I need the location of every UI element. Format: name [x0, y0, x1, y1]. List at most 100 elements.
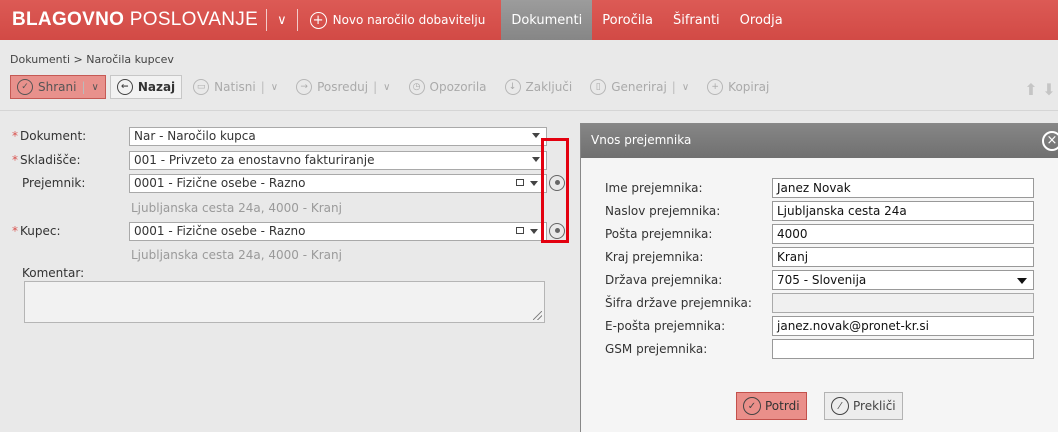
brand-separator [266, 9, 268, 31]
chevron-down-icon[interactable]: ∨ [92, 82, 99, 93]
dialog-header: Vnos prejemnika × [581, 124, 1058, 158]
chevron-down-icon[interactable]: ∨ [682, 82, 689, 93]
recipient-email-value: janez.novak@pronet-kr.si [777, 319, 929, 333]
brand-bold: BLAGOVNO [12, 9, 125, 30]
split-divider: | [671, 80, 676, 94]
nav-tab-documents[interactable]: Dokumenti [501, 0, 593, 40]
arrow-right-icon: → [296, 79, 313, 95]
save-button[interactable]: ✓ Shrani | ∨ [10, 75, 106, 99]
split-divider: | [260, 80, 265, 94]
cancel-button[interactable]: ⁄ Prekliči [824, 392, 903, 420]
caret-down-icon[interactable] [530, 181, 538, 186]
toolbar-divider [0, 110, 1058, 111]
back-label: Nazaj [137, 80, 176, 94]
recipient-country-select[interactable]: 705 - Slovenija [772, 270, 1034, 290]
cancel-label: Prekliči [853, 399, 896, 413]
caret-down-icon [1017, 278, 1027, 284]
new-order-label: Novo naročilo dobavitelju [332, 13, 486, 27]
finish-label: Zaključi [525, 80, 573, 94]
plus-circle-icon: + [707, 79, 724, 95]
confirm-button[interactable]: ✓ Potrdi [736, 392, 807, 420]
brand-separator-2 [296, 9, 298, 31]
customer-select[interactable]: 0001 - Fizične osebe - Razno [129, 222, 547, 241]
recipient-country-label: Država prejemnika: [605, 273, 723, 287]
required-mark: * [12, 129, 18, 143]
recipient-address-input[interactable]: Ljubljanska cesta 24a [772, 201, 1034, 221]
reminders-label: Opozorila [429, 80, 487, 94]
comment-label: Komentar: [22, 266, 85, 280]
copy-label: Kopiraj [728, 80, 770, 94]
cancel-icon: ⁄ [831, 397, 849, 415]
resize-grip-icon[interactable] [533, 311, 542, 320]
recipient-city-input[interactable]: Kranj [772, 247, 1034, 267]
dialog-title: Vnos prejemnika [591, 133, 692, 147]
document-select-value: Nar - Naročilo kupca [134, 129, 256, 143]
new-order-button[interactable]: + Novo naročilo dobavitelju [306, 11, 496, 29]
window-icon[interactable] [516, 227, 524, 234]
print-label: Natisni [214, 80, 256, 94]
warehouse-select[interactable]: 001 - Privzeto za enostavno fakturiranje [129, 151, 547, 170]
caret-down-icon[interactable] [530, 229, 538, 234]
record-nav: ⬆ ⬇ [1022, 80, 1058, 99]
recipient-country-code-label: Šifra države prejemnika: [605, 296, 752, 310]
close-icon[interactable]: × [1042, 131, 1058, 151]
top-bar: BLAGOVNO POSLOVANJE ∨ + Novo naročilo do… [0, 0, 1058, 40]
nav-tab-reports[interactable]: Poročila [592, 0, 663, 40]
print-button[interactable]: ▭ Natisni | ∨ [186, 75, 285, 99]
recipient-name-value: Janez Novak [777, 181, 851, 195]
app-brand[interactable]: BLAGOVNO POSLOVANJE [0, 9, 258, 31]
confirm-label: Potrdi [765, 399, 800, 413]
chevron-down-icon[interactable]: ∨ [271, 82, 278, 93]
customer-label: * Kupec: [12, 224, 61, 238]
forward-button[interactable]: → Posreduj | ∨ [289, 75, 397, 99]
recipient-postcode-label: Pošta prejemnika: [605, 227, 713, 241]
breadcrumb[interactable]: Dokumenti > Naročila kupcev [10, 53, 174, 66]
recipient-name-input[interactable]: Janez Novak [772, 178, 1034, 198]
chevron-down-icon[interactable]: ∨ [275, 13, 289, 28]
document-icon: ▯ [590, 79, 607, 95]
caret-down-icon [532, 133, 540, 138]
warehouse-label-text: Skladišče: [20, 153, 81, 167]
recipient-gsm-input[interactable] [772, 339, 1034, 359]
recipient-address: Ljubljanska cesta 24a, 4000 - Kranj [131, 201, 342, 215]
recipient-email-input[interactable]: janez.novak@pronet-kr.si [772, 316, 1034, 336]
split-divider: | [81, 80, 86, 94]
download-icon: ↓ [504, 79, 521, 95]
nav-tab-tools[interactable]: Orodja [730, 0, 793, 40]
recipient-city-value: Kranj [777, 250, 809, 264]
clock-icon: ◷ [408, 79, 425, 95]
recipient-gsm-label: GSM prejemnika: [605, 342, 708, 356]
warehouse-label: * Skladišče: [12, 153, 80, 167]
recipient-country-code-input [772, 293, 1034, 313]
recipient-select-value: 0001 - Fizične osebe - Razno [134, 176, 306, 190]
window-icon[interactable] [516, 179, 524, 186]
app-window: BLAGOVNO POSLOVANJE ∨ + Novo naročilo do… [0, 0, 1058, 432]
generate-label: Generiraj [611, 80, 667, 94]
customer-label-text: Kupec: [20, 224, 61, 238]
arrow-down-icon[interactable]: ⬇ [1040, 80, 1058, 99]
check-icon: ✓ [17, 79, 33, 95]
document-select[interactable]: Nar - Naročilo kupca [129, 127, 547, 146]
recipient-label: Prejemnik: [22, 176, 86, 190]
document-label-text: Dokument: [20, 129, 87, 143]
chevron-down-icon[interactable]: ∨ [383, 82, 390, 93]
back-button[interactable]: ← Nazaj [109, 75, 183, 99]
warehouse-select-value: 001 - Privzeto za enostavno fakturiranje [134, 153, 375, 167]
recipient-select[interactable]: 0001 - Fizične osebe - Razno [129, 174, 547, 193]
finish-button[interactable]: ↓ Zaključi [498, 75, 580, 99]
recipient-address-value: Ljubljanska cesta 24a [777, 204, 907, 218]
recipient-postcode-input[interactable]: 4000 [772, 224, 1034, 244]
toolbar: ✓ Shrani | ∨ ← Nazaj ▭ Natisni | ∨ → Pos… [10, 74, 780, 100]
arrow-up-icon[interactable]: ⬆ [1022, 80, 1040, 99]
arrow-left-icon: ← [116, 79, 133, 95]
required-mark: * [12, 224, 18, 238]
reminders-button[interactable]: ◷ Opozorila [402, 75, 494, 99]
document-label: * Dokument: [12, 129, 86, 143]
printer-icon: ▭ [193, 79, 210, 95]
generate-button[interactable]: ▯ Generiraj | ∨ [583, 75, 696, 99]
comment-textarea[interactable] [24, 281, 545, 323]
copy-button[interactable]: + Kopiraj [700, 75, 776, 99]
plus-circle-icon: + [309, 11, 327, 29]
nav-tab-codebooks[interactable]: Šifranti [663, 0, 730, 40]
brand-light: POSLOVANJE [129, 9, 259, 30]
